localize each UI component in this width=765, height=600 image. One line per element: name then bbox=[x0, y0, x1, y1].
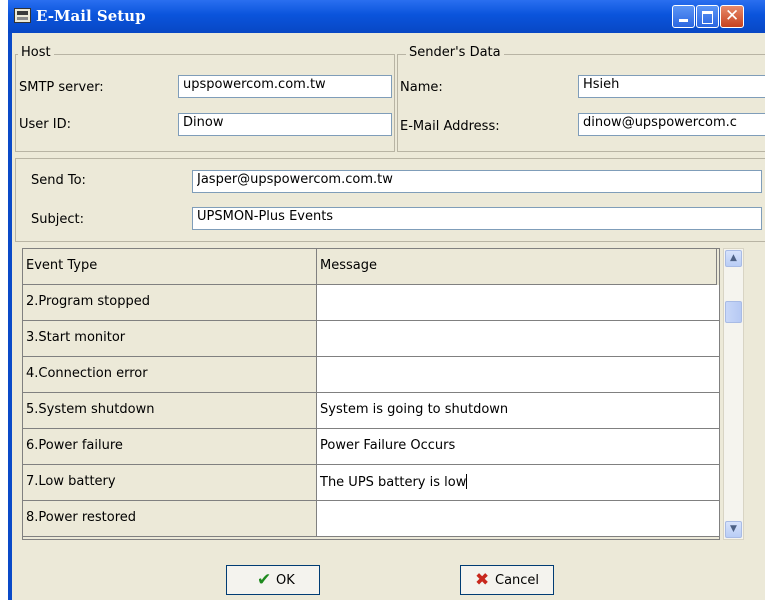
email-address-label: E-Mail Address: bbox=[400, 119, 500, 134]
dialog-client: Host SMTP server: User ID: Sender's Data… bbox=[12, 33, 765, 600]
maximize-button[interactable] bbox=[696, 5, 719, 28]
event-type-cell[interactable]: 5.System shutdown bbox=[23, 393, 317, 429]
host-group-label: Host bbox=[18, 45, 54, 60]
send-to-label: Send To: bbox=[31, 173, 86, 188]
event-type-cell[interactable]: 4.Connection error bbox=[23, 357, 317, 393]
ok-button[interactable]: ✔ OK bbox=[226, 565, 320, 595]
event-type-cell[interactable]: 3.Start monitor bbox=[23, 321, 317, 357]
sender-data-group: Sender's Data Name: E-Mail Address: bbox=[397, 45, 765, 152]
maximize-icon bbox=[702, 11, 713, 24]
message-cell-text[interactable]: The UPS battery is low bbox=[320, 475, 466, 490]
x-icon: ✖ bbox=[475, 570, 490, 590]
window-title: E-Mail Setup bbox=[36, 7, 146, 25]
scroll-up-button[interactable]: ▲ bbox=[725, 250, 742, 267]
email-setup-icon[interactable] bbox=[14, 8, 31, 23]
chevron-down-icon: ▼ bbox=[730, 524, 737, 534]
minimize-icon bbox=[679, 19, 688, 22]
cancel-button-label: Cancel bbox=[495, 573, 540, 588]
subject-input[interactable] bbox=[197, 209, 757, 224]
smtp-server-field[interactable] bbox=[178, 75, 392, 98]
message-cell[interactable]: Power Failure Occurs bbox=[317, 429, 719, 465]
column-header-message[interactable]: Message bbox=[317, 249, 717, 285]
event-type-cell[interactable]: 7.Low battery bbox=[23, 465, 317, 501]
title-bar[interactable]: E-Mail Setup ✕ bbox=[8, 0, 765, 33]
column-header-event-type[interactable]: Event Type bbox=[23, 249, 317, 285]
email-setup-window: E-Mail Setup ✕ Host SMTP server: User ID… bbox=[8, 0, 765, 600]
send-to-field[interactable] bbox=[192, 170, 762, 193]
user-id-input[interactable] bbox=[183, 115, 387, 130]
smtp-server-label: SMTP server: bbox=[19, 80, 104, 95]
subject-field[interactable] bbox=[192, 207, 762, 230]
close-icon: ✕ bbox=[725, 6, 740, 26]
message-cell[interactable] bbox=[317, 357, 719, 393]
host-group: Host SMTP server: User ID: bbox=[15, 45, 395, 152]
text-caret bbox=[466, 474, 468, 489]
event-type-cell[interactable]: 2.Program stopped bbox=[23, 285, 317, 321]
user-id-field[interactable] bbox=[178, 113, 392, 136]
send-to-input[interactable] bbox=[197, 172, 757, 187]
message-cell[interactable] bbox=[317, 321, 719, 357]
mail-group: Send To: Subject: bbox=[15, 158, 765, 242]
message-cell[interactable]: System is going to shutdown bbox=[317, 393, 719, 429]
name-field[interactable] bbox=[578, 75, 765, 98]
event-type-cell[interactable]: 6.Power failure bbox=[23, 429, 317, 465]
events-table: Event Type Message 2.Program stopped 3.S… bbox=[22, 248, 720, 540]
close-button[interactable]: ✕ bbox=[720, 5, 744, 28]
chevron-up-icon: ▲ bbox=[730, 253, 737, 263]
scroll-down-button[interactable]: ▼ bbox=[725, 521, 742, 538]
smtp-server-input[interactable] bbox=[183, 77, 387, 92]
table-vertical-scrollbar[interactable]: ▲ ▼ bbox=[723, 248, 744, 540]
sender-data-group-label: Sender's Data bbox=[406, 45, 504, 60]
email-address-field[interactable] bbox=[578, 113, 765, 136]
user-id-label: User ID: bbox=[19, 117, 71, 132]
name-label: Name: bbox=[400, 80, 443, 95]
message-cell[interactable] bbox=[317, 501, 719, 537]
ok-button-label: OK bbox=[276, 573, 295, 588]
scroll-thumb[interactable] bbox=[725, 301, 742, 323]
name-input[interactable] bbox=[583, 77, 761, 92]
message-cell[interactable] bbox=[317, 285, 719, 321]
message-cell-editing[interactable]: The UPS battery is low bbox=[317, 465, 719, 501]
event-type-cell[interactable]: 8.Power restored bbox=[23, 501, 317, 537]
subject-label: Subject: bbox=[31, 212, 84, 227]
checkmark-icon: ✔ bbox=[257, 570, 272, 590]
minimize-button[interactable] bbox=[672, 5, 695, 28]
email-address-input[interactable] bbox=[583, 115, 761, 130]
cancel-button[interactable]: ✖ Cancel bbox=[460, 565, 554, 595]
